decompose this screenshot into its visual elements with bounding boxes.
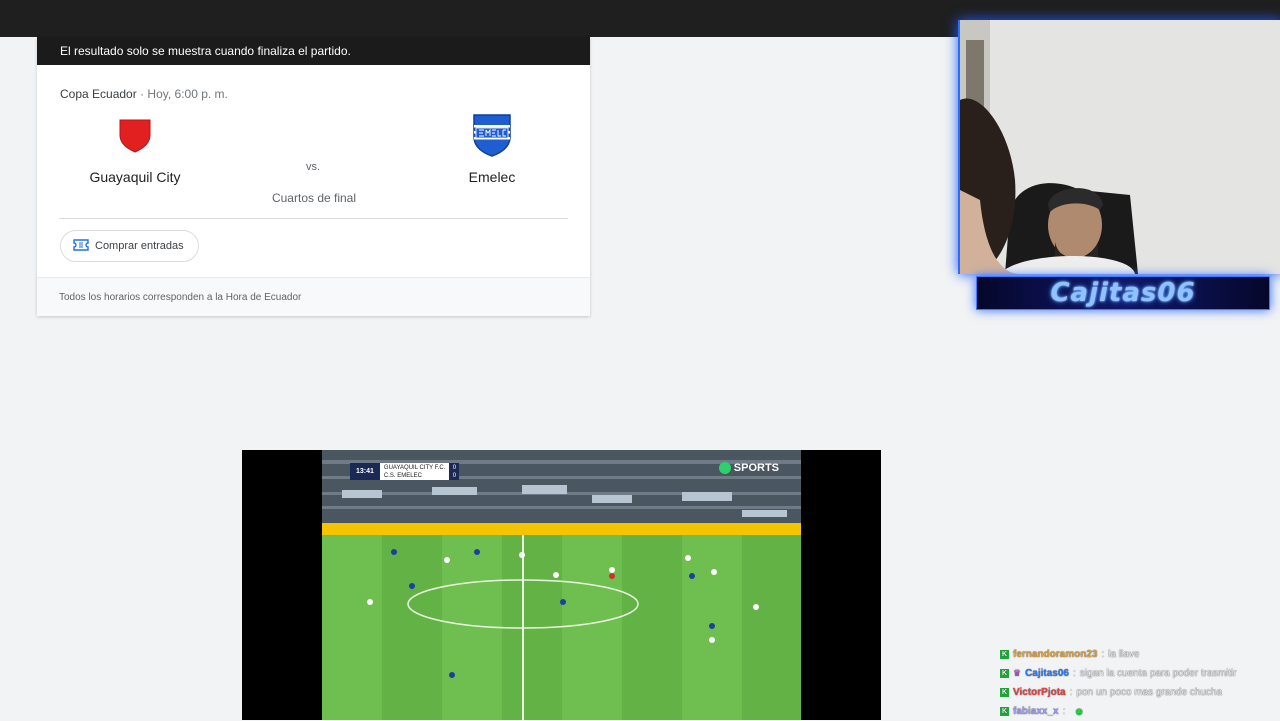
streamer-nameplate: Cajitas06 xyxy=(976,276,1270,310)
match-broadcast: 13:41 GUAYAQUIL CITY F.C. C.S. EMELEC 0 … xyxy=(322,450,801,720)
buy-tickets-label: Comprar entradas xyxy=(95,240,184,252)
match-meta: Copa Ecuador · Hoy, 6:00 p. m. xyxy=(60,87,228,101)
scoreboard-goals: 0 0 xyxy=(449,463,460,480)
broadcaster-icon xyxy=(718,462,731,474)
chat-message: K ♛ Cajitas06: sigan la cuenta para poder t… xyxy=(1000,664,1272,683)
chat-message: Kfabiaxx_x: ☻ xyxy=(1000,702,1272,721)
chat-badge-icon: K xyxy=(1000,669,1009,678)
chat-text: pon un poco mas grande chucha xyxy=(1076,687,1223,698)
chat-badge-icon: K xyxy=(1000,650,1009,659)
chat-colon: : xyxy=(1101,649,1105,660)
away-team-name: Emelec xyxy=(468,169,516,185)
vs-label: vs. xyxy=(305,161,321,173)
webcam-overlay xyxy=(958,20,1280,274)
buy-tickets-button[interactable]: Comprar entradas xyxy=(60,230,199,262)
ticket-icon xyxy=(73,238,89,254)
broadcaster-name: SPORTS xyxy=(733,462,779,474)
chat-text: la llave xyxy=(1108,649,1140,660)
chat-badge-icon: K xyxy=(1000,707,1009,716)
chat-overlay: Kfernandoramon23: la llave K ♛ Cajitas06: sig… xyxy=(1000,645,1272,721)
chat-emoji: ☻ xyxy=(1073,705,1085,718)
broadcaster-logo: SPORTS xyxy=(718,462,779,474)
home-score: 0 xyxy=(452,464,457,471)
chat-username[interactable]: fabiaxx_x xyxy=(1013,706,1059,717)
chat-username[interactable]: Cajitas06 xyxy=(1025,668,1069,679)
card-divider xyxy=(59,218,568,219)
chat-badge-icon: K xyxy=(1000,688,1009,697)
scoreboard-away: C.S. EMELEC xyxy=(383,472,422,479)
away-team-crest-icon xyxy=(412,114,572,157)
chat-colon: : xyxy=(1069,687,1073,698)
away-team[interactable]: Emelec xyxy=(412,114,572,185)
meta-separator: · xyxy=(140,87,145,101)
scoreboard-home: GUAYAQUIL CITY F.C. xyxy=(383,464,446,471)
match-clock: 13:41 xyxy=(350,463,380,480)
stage-label: Cuartos de final xyxy=(271,191,357,205)
video-player[interactable]: 13:41 GUAYAQUIL CITY F.C. C.S. EMELEC 0 … xyxy=(242,450,881,720)
result-notice: El resultado solo se muestra cuando fina… xyxy=(37,37,590,65)
timezone-footer: Todos los horarios corresponden a la Hor… xyxy=(37,277,590,316)
webcam-scene xyxy=(960,20,1280,274)
match-card: El resultado solo se muestra cuando fina… xyxy=(37,37,590,316)
chat-colon: : xyxy=(1062,706,1066,717)
scoreboard-teams: GUAYAQUIL CITY F.C. C.S. EMELEC xyxy=(379,463,450,480)
match-time: Hoy, 6:00 p. m. xyxy=(147,87,228,101)
streamer-name: Cajitas06 xyxy=(1050,278,1196,308)
home-team-name: Guayaquil City xyxy=(89,169,181,185)
chat-message: Kfernandoramon23: la llave xyxy=(1000,645,1272,664)
home-team-crest-icon xyxy=(55,115,215,155)
chat-colon: : xyxy=(1073,668,1076,679)
scoreboard: 13:41 GUAYAQUIL CITY F.C. C.S. EMELEC 0 … xyxy=(350,463,460,480)
chat-username[interactable]: VictorPjota xyxy=(1013,687,1066,698)
chat-username[interactable]: fernandoramon23 xyxy=(1013,649,1097,660)
away-score: 0 xyxy=(452,472,457,479)
pitch-scene xyxy=(322,450,801,720)
competition-label[interactable]: Copa Ecuador xyxy=(60,87,137,101)
crown-icon: ♛ xyxy=(1013,668,1022,678)
chat-text: sigan la cuenta para poder trasmitir xyxy=(1079,668,1237,679)
chat-message: K VictorPjota: pon un poco mas grande chuc… xyxy=(1000,683,1272,702)
home-team[interactable]: Guayaquil City xyxy=(55,115,215,185)
